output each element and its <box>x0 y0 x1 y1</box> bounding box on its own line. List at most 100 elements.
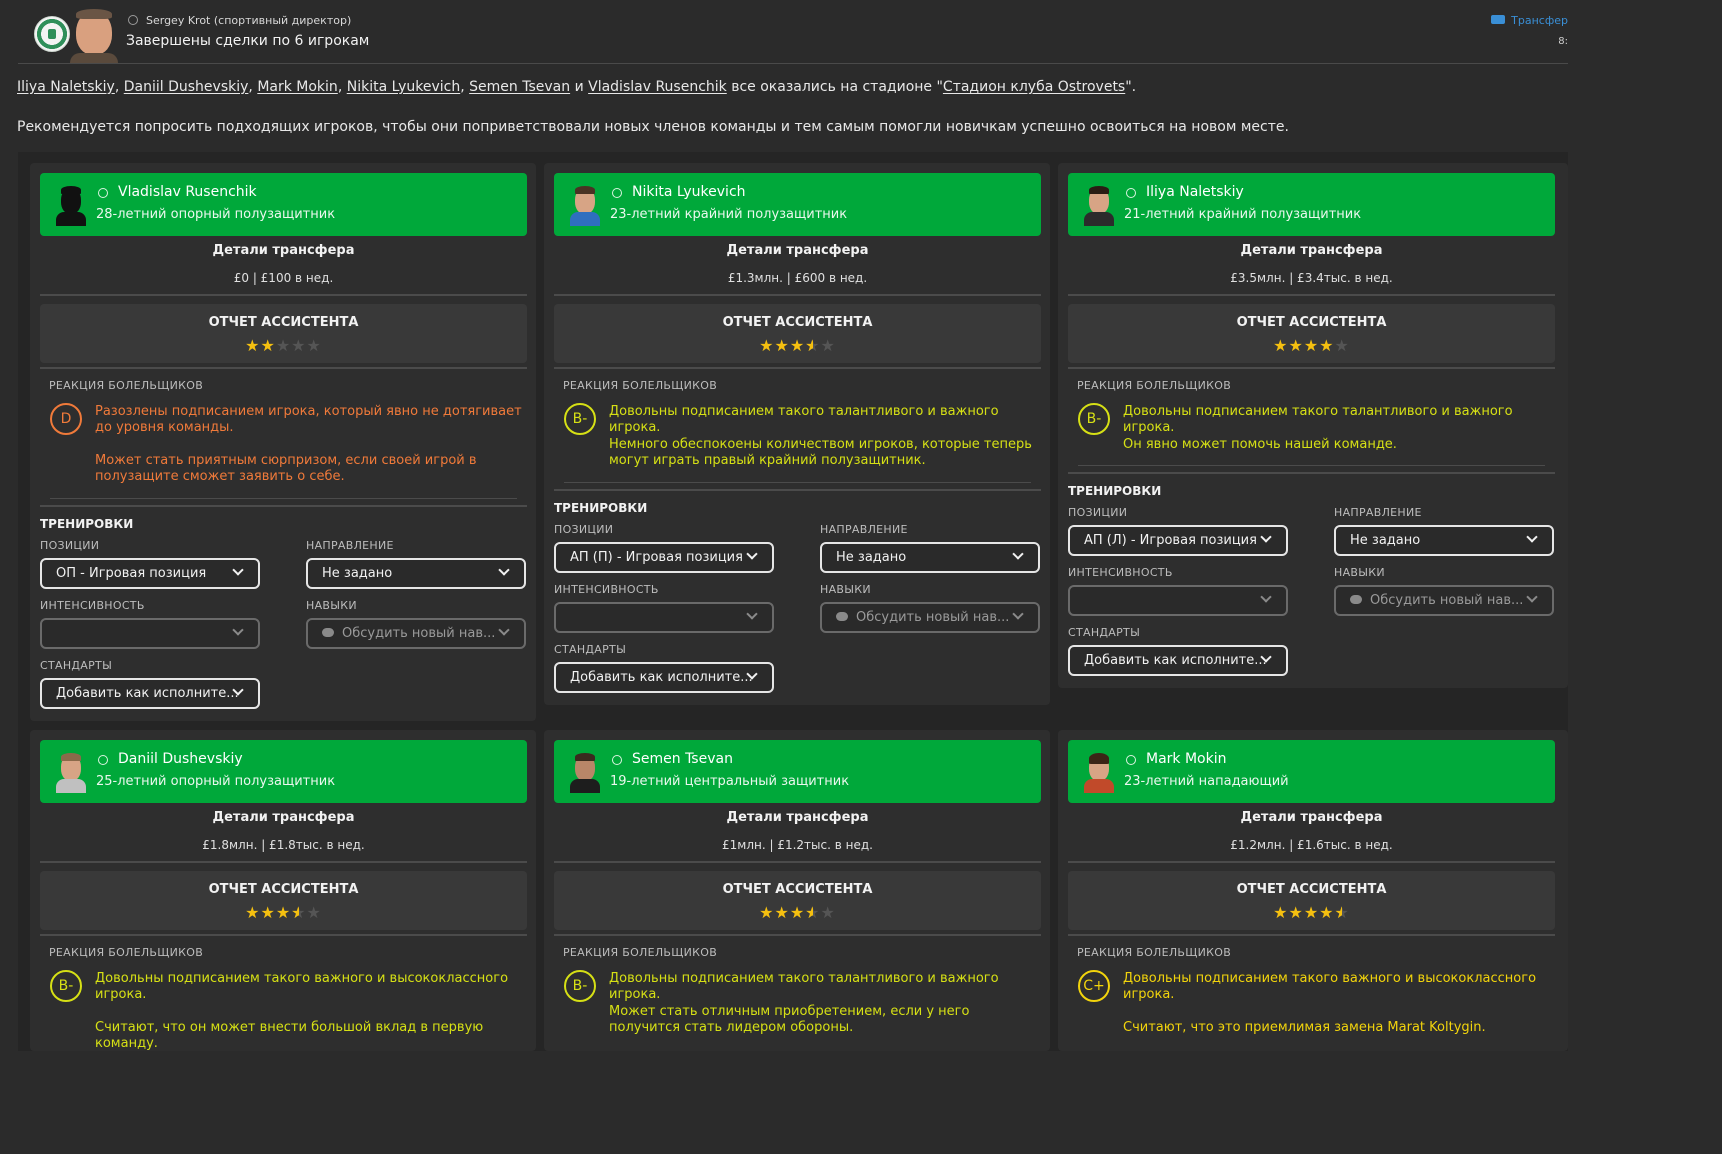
stadium-link[interactable]: Стадион клуба Ostrovets <box>943 79 1125 95</box>
transfer-details-title: Детали трансфера <box>212 243 355 258</box>
star-rating: ★★★★★ <box>40 903 527 922</box>
player-link[interactable]: Vladislav Rusenchik <box>588 79 727 95</box>
player-avatar <box>54 749 88 793</box>
divider <box>1068 472 1555 474</box>
divider <box>554 294 1041 296</box>
message-header: Sergey Krot (спортивный директор) Заверш… <box>0 0 1568 64</box>
assistant-report-title: ОТЧЕТ АССИСТЕНТА <box>722 882 873 897</box>
player-name[interactable]: Semen Tsevan <box>632 751 733 767</box>
player-name[interactable]: Iliya Naletskiy <box>1146 184 1244 200</box>
transfer-fee: £3.5млн. | £3.4тыс. в нед. <box>1230 271 1393 285</box>
assistant-report-title: ОТЧЕТ АССИСТЕНТА <box>1236 315 1387 330</box>
fan-reaction-label: РЕАКЦИЯ БОЛЕЛЬЩИКОВ <box>1077 946 1232 959</box>
chevron-down-icon <box>1260 531 1272 543</box>
assistant-report-box[interactable]: ОТЧЕТ АССИСТЕНТА ★★★★★ <box>554 871 1041 930</box>
sender-avatar[interactable] <box>70 3 118 63</box>
assistant-report-title: ОТЧЕТ АССИСТЕНТА <box>208 315 359 330</box>
club-badge-icon <box>34 16 70 52</box>
chevron-down-icon <box>1012 608 1024 620</box>
direction-dropdown[interactable]: Не задано <box>1334 525 1554 556</box>
player-name[interactable]: Daniil Dushevskiy <box>118 751 243 767</box>
intensity-label: ИНТЕНСИВНОСТЬ <box>1068 566 1173 579</box>
fan-reaction-text: Может стать приятным сюрпризом, если сво… <box>95 453 477 484</box>
divider <box>1068 367 1555 369</box>
position-dropdown[interactable]: ОП - Игровая позиция <box>40 558 260 589</box>
set-pieces-dropdown[interactable]: Добавить как исполните... <box>1068 645 1288 676</box>
player-name[interactable]: Mark Mokin <box>1146 751 1227 767</box>
player-name[interactable]: Nikita Lyukevich <box>632 184 746 200</box>
fan-grade-badge: B- <box>1078 403 1110 435</box>
fan-grade-badge: D <box>50 403 82 435</box>
player-card-header[interactable]: Iliya Naletskiy 21-летний крайний полуза… <box>1068 173 1555 236</box>
fan-reaction-label: РЕАКЦИЯ БОЛЕЛЬЩИКОВ <box>49 379 204 392</box>
position-dropdown[interactable]: АП (П) - Игровая позиция <box>554 542 774 573</box>
direction-label: НАПРАВЛЕНИЕ <box>820 523 908 536</box>
chevron-down-icon <box>232 624 244 636</box>
header-divider <box>18 63 1568 64</box>
assistant-report-title: ОТЧЕТ АССИСТЕНТА <box>1236 882 1387 897</box>
star-rating: ★★★★★ <box>554 903 1041 922</box>
recommendation-text: Рекомендуется попросить подходящих игрок… <box>17 119 1289 135</box>
direction-label: НАПРАВЛЕНИЕ <box>1334 506 1422 519</box>
direction-dropdown[interactable]: Не задано <box>306 558 526 589</box>
skills-dropdown[interactable]: Обсудить новый нав... <box>1334 585 1554 616</box>
player-link[interactable]: Nikita Lyukevich <box>347 79 461 95</box>
assistant-report-box[interactable]: ОТЧЕТ АССИСТЕНТА ★★★★★ <box>40 871 527 930</box>
chevron-down-icon <box>1526 531 1538 543</box>
divider <box>40 505 527 507</box>
chevron-down-icon <box>746 548 758 560</box>
player-card-header[interactable]: Vladislav Rusenchik 28-летний опорный по… <box>40 173 527 236</box>
assistant-report-box[interactable]: ОТЧЕТ АССИСТЕНТА ★★★★★ <box>1068 304 1555 363</box>
player-description: 19-летний центральный защитник <box>610 774 850 789</box>
speech-bubble-icon <box>322 628 334 637</box>
intensity-dropdown[interactable] <box>1068 585 1288 616</box>
direction-dropdown[interactable]: Не задано <box>820 542 1040 573</box>
player-link[interactable]: Daniil Dushevskiy <box>124 79 249 95</box>
player-card-header[interactable]: Daniil Dushevskiy 25-летний опорный полу… <box>40 740 527 803</box>
divider <box>50 498 517 499</box>
transfer-details-title: Детали трансфера <box>726 243 869 258</box>
intensity-dropdown[interactable] <box>40 618 260 649</box>
assistant-report-box[interactable]: ОТЧЕТ АССИСТЕНТА ★★★★★ <box>40 304 527 363</box>
divider <box>40 934 527 936</box>
transfer-fee: £1.8млн. | £1.8тыс. в нед. <box>202 838 365 852</box>
player-link[interactable]: Iliya Naletskiy <box>17 79 115 95</box>
player-card-header[interactable]: Semen Tsevan 19-летний центральный защит… <box>554 740 1041 803</box>
fan-reaction-text: Немного обеспокоены количеством игроков,… <box>609 437 1032 468</box>
fan-reaction-label: РЕАКЦИЯ БОЛЕЛЬЩИКОВ <box>563 946 718 959</box>
person-icon <box>612 188 622 198</box>
fan-reaction-text: Довольны подписанием такого важного и вы… <box>95 971 509 1002</box>
skills-label: НАВЫКИ <box>820 583 871 596</box>
set-pieces-dropdown[interactable]: Добавить как исполните... <box>554 662 774 693</box>
fan-reaction-label: РЕАКЦИЯ БОЛЕЛЬЩИКОВ <box>49 946 204 959</box>
player-link[interactable]: Mark Mokin <box>257 79 338 95</box>
player-card-header[interactable]: Mark Mokin 23-летний нападающий <box>1068 740 1555 803</box>
fan-reaction-text: Довольны подписанием такого важного и вы… <box>1123 971 1537 1002</box>
positions-label: ПОЗИЦИИ <box>40 539 100 552</box>
sender-name[interactable]: Sergey Krot (спортивный директор) <box>146 14 351 27</box>
training-title: ТРЕНИРОВКИ <box>40 517 134 531</box>
sender-line[interactable]: Sergey Krot (спортивный директор) <box>128 14 351 27</box>
assistant-report-box[interactable]: ОТЧЕТ АССИСТЕНТА ★★★★★ <box>1068 871 1555 930</box>
player-card-header[interactable]: Nikita Lyukevich 23-летний крайний полуз… <box>554 173 1041 236</box>
skills-label: НАВЫКИ <box>306 599 357 612</box>
intensity-dropdown[interactable] <box>554 602 774 633</box>
chevron-down-icon <box>498 624 510 636</box>
skills-dropdown[interactable]: Обсудить новый нав... <box>306 618 526 649</box>
divider <box>554 489 1041 491</box>
skills-label: НАВЫКИ <box>1334 566 1385 579</box>
player-name[interactable]: Vladislav Rusenchik <box>118 184 257 200</box>
position-dropdown[interactable]: АП (Л) - Игровая позиция <box>1068 525 1288 556</box>
player-link[interactable]: Semen Tsevan <box>469 79 570 95</box>
category-tag[interactable]: Трансфер <box>1491 14 1568 27</box>
transfer-details-title: Детали трансфера <box>726 810 869 825</box>
skills-dropdown[interactable]: Обсудить новый нав... <box>820 602 1040 633</box>
fan-reaction-text: Довольны подписанием такого талантливого… <box>609 971 999 1002</box>
assistant-report-box[interactable]: ОТЧЕТ АССИСТЕНТА ★★★★★ <box>554 304 1041 363</box>
player-card: Daniil Dushevskiy 25-летний опорный полу… <box>30 730 536 1051</box>
transfer-fee: £1.3млн. | £600 в нед. <box>727 271 868 285</box>
player-description: 21-летний крайний полузащитник <box>1124 207 1362 222</box>
divider <box>554 861 1041 863</box>
set-pieces-dropdown[interactable]: Добавить как исполните... <box>40 678 260 709</box>
arrivals-text: Iliya Naletskiy, Daniil Dushevskiy, Mark… <box>17 79 1137 95</box>
